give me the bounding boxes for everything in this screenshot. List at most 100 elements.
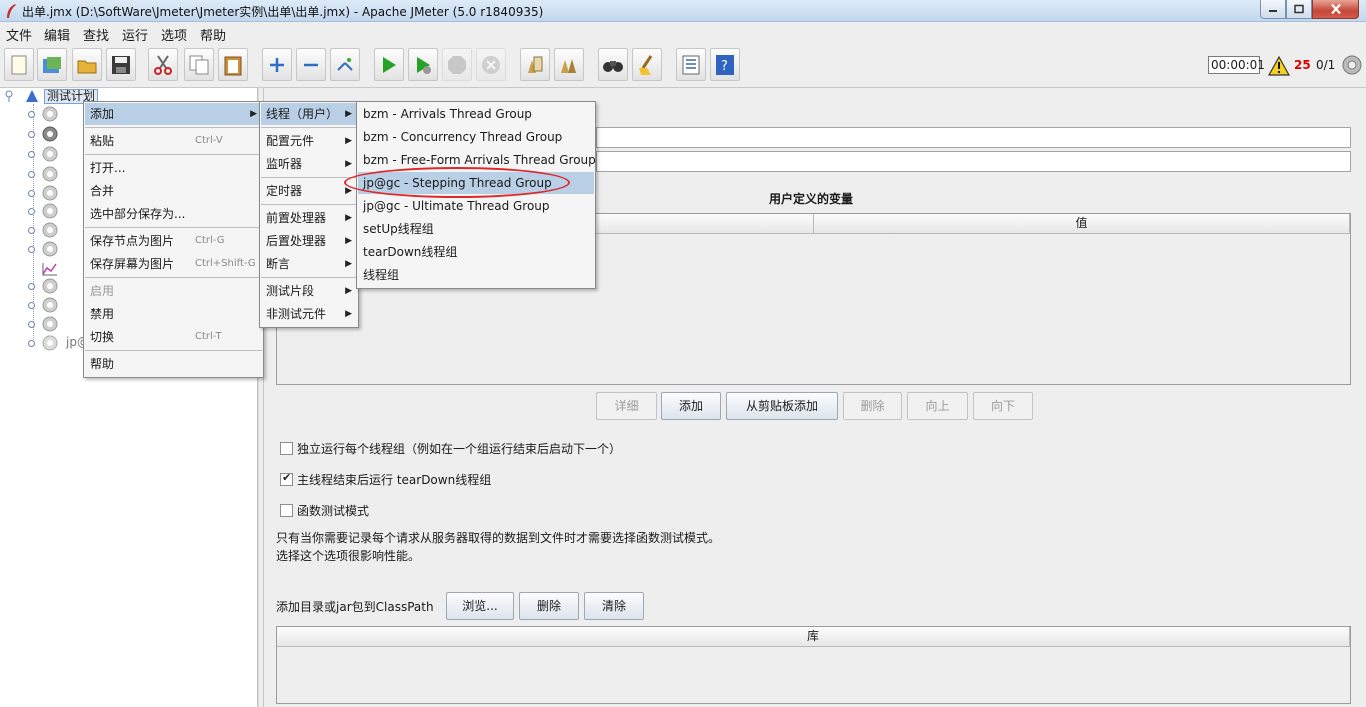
menu-item-enable[interactable]: 启用: [85, 280, 262, 302]
search-button[interactable]: [598, 48, 628, 81]
browse-button[interactable]: 浏览...: [446, 592, 514, 620]
toggle-button[interactable]: [330, 48, 360, 81]
menu-help[interactable]: 帮助: [200, 25, 226, 44]
minimize-button[interactable]: [1260, 0, 1286, 19]
thread-item-setup[interactable]: setUp线程组: [358, 218, 594, 240]
classpath-label: 添加目录或jar包到ClassPath: [276, 600, 434, 614]
new-button[interactable]: [4, 48, 34, 81]
stop-button[interactable]: [442, 48, 472, 81]
submenu-item-preprocessor[interactable]: 前置处理器 ▶: [261, 207, 357, 229]
submenu-item-listener-label: 监听器: [266, 157, 303, 171]
library-table[interactable]: 库: [276, 626, 1351, 704]
menu-item-toggle[interactable]: 切换 Ctrl-T: [85, 326, 262, 348]
warning-icon[interactable]: [1268, 56, 1290, 76]
error-count: 25: [1294, 58, 1311, 72]
save-icon: [112, 56, 130, 74]
tree-node[interactable]: [28, 106, 68, 122]
column-header-value[interactable]: 值: [814, 214, 1350, 234]
submenu-item-timer[interactable]: 定时器 ▶: [261, 180, 357, 202]
tree-node[interactable]: [28, 166, 68, 182]
tree-node[interactable]: [28, 146, 68, 162]
menu-item-save-node-image[interactable]: 保存节点为图片 Ctrl-G: [85, 230, 262, 252]
tree-node[interactable]: [28, 222, 68, 238]
tree-node[interactable]: [28, 316, 68, 332]
collapse-icon: [304, 63, 318, 67]
submenu-item-postprocessor[interactable]: 后置处理器 ▶: [261, 230, 357, 252]
gear-icon: [42, 203, 58, 219]
clear-classpath-button[interactable]: 清除: [584, 592, 644, 620]
add-variable-button[interactable]: 添加: [661, 392, 721, 420]
menu-edit[interactable]: 编辑: [44, 25, 70, 44]
move-down-button[interactable]: 向下: [973, 392, 1033, 420]
menu-run[interactable]: 运行: [122, 25, 148, 44]
tree-node[interactable]: [28, 278, 68, 294]
tree-node[interactable]: [28, 185, 68, 201]
help-button[interactable]: ?: [710, 48, 740, 81]
submenu-arrow-icon: ▶: [345, 236, 352, 246]
menu-item-disable[interactable]: 禁用: [85, 303, 262, 325]
thread-item-ultimate[interactable]: jp@gc - Ultimate Thread Group: [358, 195, 594, 217]
tree-node[interactable]: [28, 126, 68, 142]
remove-classpath-button[interactable]: 删除: [519, 592, 579, 620]
submenu-item-test-fragment[interactable]: 测试片段 ▶: [261, 280, 357, 302]
gear-icon: [42, 297, 58, 313]
start-button[interactable]: [374, 48, 404, 81]
move-up-button[interactable]: 向上: [907, 392, 968, 420]
menu-item-add[interactable]: 添加 ▶: [85, 103, 262, 125]
teardown-after-shutdown-checkbox[interactable]: [280, 471, 293, 486]
clear-button[interactable]: [520, 48, 550, 81]
menu-options[interactable]: 选项: [161, 25, 187, 44]
name-field[interactable]: [596, 127, 1351, 148]
copy-button[interactable]: [184, 48, 214, 81]
user-variables-title: 用户定义的变量: [769, 192, 854, 206]
tree-node[interactable]: [28, 203, 68, 219]
functional-test-mode-checkbox[interactable]: [280, 504, 293, 517]
submenu-item-postprocessor-label: 后置处理器: [266, 234, 327, 248]
thread-item-arrivals[interactable]: bzm - Arrivals Thread Group: [358, 103, 594, 125]
tree-node[interactable]: [28, 297, 68, 313]
thread-item-thread-group[interactable]: 线程组: [358, 264, 594, 286]
paste-icon: [224, 56, 242, 76]
menu-item-save-screen-image[interactable]: 保存屏幕为图片 Ctrl+Shift-G: [85, 253, 262, 275]
submenu-item-config[interactable]: 配置元件 ▶: [261, 130, 357, 152]
stop-icon: [448, 56, 466, 74]
shutdown-button[interactable]: [476, 48, 506, 81]
clear-all-button[interactable]: [554, 48, 584, 81]
run-groups-consecutively-checkbox[interactable]: [280, 442, 293, 455]
submenu-item-threads[interactable]: 线程（用户） ▶: [261, 103, 357, 125]
menu-separator: [261, 204, 357, 205]
expand-all-button[interactable]: [262, 48, 292, 81]
collapse-all-button[interactable]: [296, 48, 326, 81]
menu-item-paste[interactable]: 粘贴 Ctrl-V: [85, 130, 262, 152]
menu-item-merge[interactable]: 合并: [85, 180, 262, 202]
delete-variable-button[interactable]: 删除: [843, 392, 902, 420]
close-button[interactable]: [1312, 0, 1359, 19]
menu-item-save-selection[interactable]: 选中部分保存为...: [85, 203, 262, 225]
submenu-item-assertion[interactable]: 断言 ▶: [261, 253, 357, 275]
start-no-pause-button[interactable]: [408, 48, 438, 81]
tree-node[interactable]: [28, 241, 68, 257]
menu-file[interactable]: 文件: [6, 25, 32, 44]
submenu-item-non-test[interactable]: 非测试元件 ▶: [261, 303, 357, 325]
menu-search[interactable]: 查找: [83, 25, 109, 44]
gear-icon: [42, 278, 58, 294]
menu-item-open[interactable]: 打开...: [85, 157, 262, 179]
function-helper-button[interactable]: [676, 48, 706, 81]
menu-item-help[interactable]: 帮助: [85, 353, 262, 375]
cut-button[interactable]: [148, 48, 178, 81]
column-header-library[interactable]: 库: [277, 627, 1350, 647]
thread-item-teardown[interactable]: tearDown线程组: [358, 241, 594, 263]
tree-root-toggle-icon[interactable]: [4, 89, 18, 103]
comments-field[interactable]: [596, 151, 1351, 172]
tree-node[interactable]: [28, 335, 68, 351]
add-from-clipboard-button[interactable]: 从剪贴板添加: [726, 392, 838, 420]
save-button[interactable]: [106, 48, 136, 81]
thread-item-concurrency[interactable]: bzm - Concurrency Thread Group: [358, 126, 594, 148]
open-button[interactable]: [72, 48, 102, 81]
detail-button[interactable]: 详细: [596, 392, 657, 420]
submenu-item-listener[interactable]: 监听器 ▶: [261, 153, 357, 175]
paste-button[interactable]: [218, 48, 248, 81]
templates-button[interactable]: [37, 48, 67, 81]
reset-search-button[interactable]: [632, 48, 662, 81]
maximize-button[interactable]: [1286, 0, 1312, 19]
